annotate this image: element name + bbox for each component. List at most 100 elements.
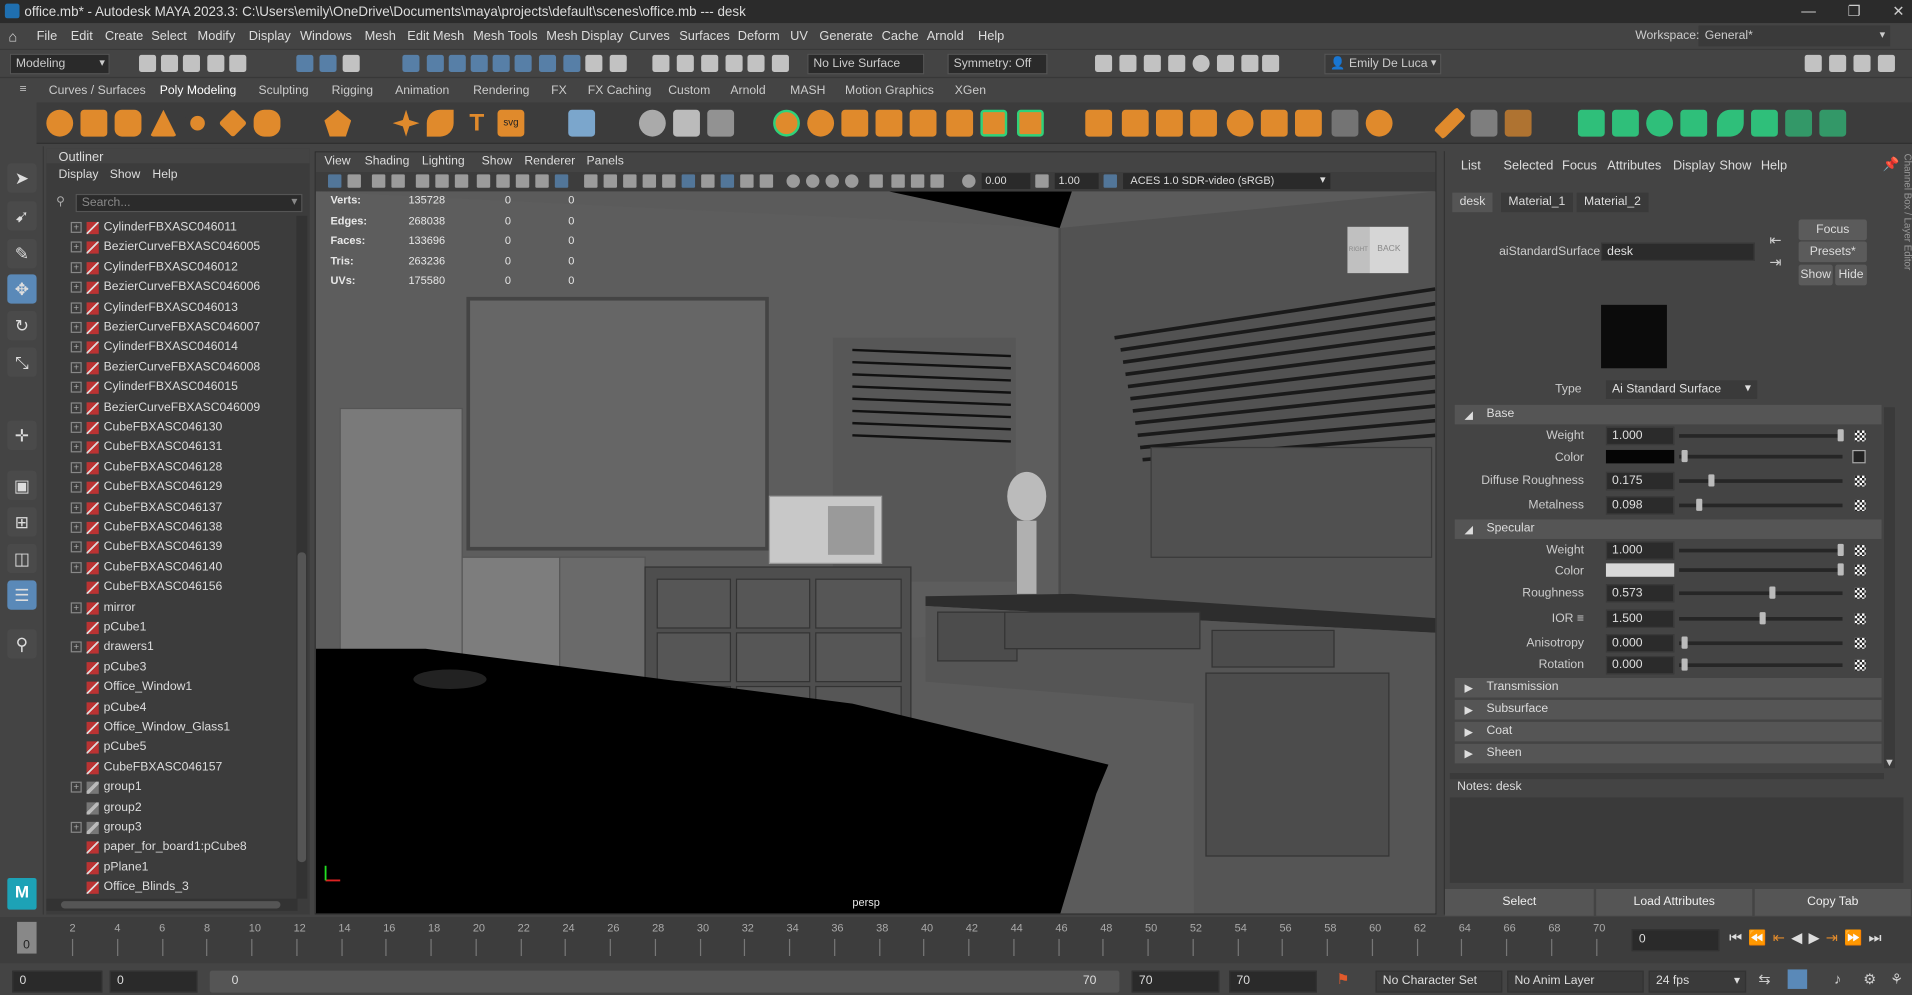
view-cube[interactable]: RIGHT BACK (1347, 226, 1409, 276)
outliner-item[interactable]: + CylinderFBXASC046015 (46, 378, 297, 398)
layout-icon[interactable] (1804, 54, 1822, 72)
textured-icon[interactable] (701, 174, 715, 188)
attr-hscrollbar[interactable] (1449, 773, 1884, 780)
go-to-start-icon[interactable]: ⏮ (1729, 929, 1748, 946)
spec-roughness-map-icon[interactable] (1854, 587, 1866, 599)
default-material-icon[interactable] (681, 174, 696, 188)
outliner-item[interactable]: CubeFBXASC046156 (46, 578, 297, 598)
menu-modify[interactable]: Modify (198, 29, 236, 44)
wedge-icon[interactable] (1260, 109, 1288, 137)
separate-icon[interactable] (673, 109, 700, 137)
redo-icon[interactable] (229, 54, 247, 72)
combine-icon[interactable] (638, 109, 666, 137)
xray-joints-icon[interactable] (891, 174, 905, 188)
magnet-icon[interactable] (771, 54, 789, 72)
menu-select[interactable]: Select (151, 29, 187, 44)
key-tangent-icon[interactable]: ⚘ (1890, 971, 1903, 988)
exposure-icon[interactable] (962, 174, 976, 188)
cube-icon[interactable] (80, 109, 108, 137)
bookmark-icon[interactable] (371, 174, 386, 188)
menu-windows[interactable]: Windows (300, 29, 352, 44)
svg-icon[interactable]: svg (497, 109, 525, 137)
shelf-tab-motion-graphics[interactable]: Motion Graphics (845, 84, 934, 97)
play-back-icon[interactable]: ◀ (1791, 929, 1808, 946)
expand-icon[interactable]: + (70, 481, 82, 493)
ior-field[interactable]: 1.500 (1605, 609, 1675, 628)
multicut-icon[interactable] (1433, 107, 1466, 140)
shader-name-field[interactable]: desk (1601, 242, 1755, 261)
two-view-icon[interactable]: ◫ (7, 543, 37, 574)
viewport-menu-show[interactable]: Show (482, 155, 513, 168)
paint-tool-icon[interactable]: ✎ (7, 239, 37, 269)
snap-curve-icon[interactable] (426, 54, 444, 72)
field-chart-icon[interactable] (535, 174, 549, 188)
expand-icon[interactable]: + (70, 821, 82, 833)
specular-section[interactable]: ◢ Specular (1454, 519, 1882, 539)
save-scene-icon[interactable] (182, 54, 200, 72)
outliner-item[interactable]: + CylinderFBXASC046014 (46, 338, 297, 358)
attr-menu-list[interactable]: List (1461, 159, 1481, 174)
loop-icon[interactable]: ⇆ (1758, 971, 1770, 988)
step-forward-icon[interactable]: ⏩ (1844, 929, 1868, 946)
torus-icon[interactable] (184, 109, 211, 137)
outliner-layout-icon[interactable]: ☰ (7, 580, 37, 610)
gamma-icon[interactable] (1035, 174, 1049, 188)
outliner-item[interactable]: pCube4 (46, 698, 297, 718)
expand-icon[interactable]: + (70, 321, 82, 333)
rotation-field[interactable]: 0.000 (1605, 656, 1675, 675)
soft-select-icon[interactable] (701, 54, 719, 72)
expand-icon[interactable]: + (70, 441, 82, 453)
expand-icon[interactable]: + (70, 601, 82, 613)
output-connection-icon[interactable]: ⇥ (1769, 254, 1781, 271)
uv-sew-icon[interactable] (1819, 109, 1847, 137)
isolate-icon[interactable] (869, 174, 883, 188)
auto-key-icon[interactable]: ⚑ (1336, 971, 1349, 988)
minimize-button[interactable]: — (1801, 2, 1816, 19)
shelf-tab-custom[interactable]: Custom (668, 84, 710, 97)
render-settings-icon[interactable] (1143, 54, 1161, 72)
gamma-field[interactable]: 1.00 (1054, 173, 1099, 190)
outliner-item[interactable]: + BezierCurveFBXASC046005 (46, 238, 297, 258)
shelf-tab-xgen[interactable]: XGen (955, 84, 986, 97)
resolution-gate-icon[interactable] (496, 174, 510, 188)
lasso-tool-icon[interactable]: ➹ (7, 201, 37, 231)
uv-planar-icon[interactable] (1612, 109, 1639, 137)
outliner-item[interactable]: + CubeFBXASC046129 (46, 478, 297, 498)
playback-controls[interactable]: ⏮⏪⇤◀▶⇥⏩⏭ (1729, 929, 1888, 947)
outliner-item[interactable]: Office_Window1 (46, 678, 297, 698)
outliner-item[interactable]: + CubeFBXASC046130 (46, 418, 297, 438)
base-weight-map-icon[interactable] (1854, 430, 1866, 442)
attr-tab-material-1[interactable]: Material_1 (1501, 192, 1573, 213)
attr-menu-display[interactable]: Display (1673, 159, 1715, 174)
shelf-tab-animation[interactable]: Animation (395, 84, 449, 97)
menu-generate[interactable]: Generate (819, 29, 872, 44)
spec-weight-field[interactable]: 1.000 (1605, 541, 1675, 560)
rotate-tool-icon[interactable]: ↻ (7, 310, 37, 341)
mode-dropdown[interactable]: Modeling ▾ (9, 53, 110, 75)
rotation-slider[interactable] (1679, 663, 1843, 668)
attr-menu-help[interactable]: Help (1761, 159, 1787, 174)
snap-surface-icon[interactable] (492, 54, 510, 72)
load-attributes-button[interactable]: Load Attributes (1596, 888, 1753, 916)
connect-icon[interactable] (1504, 109, 1532, 137)
expand-icon[interactable]: + (70, 261, 82, 273)
shelf-tab-fx-caching[interactable]: FX Caching (588, 84, 652, 97)
pin-icon[interactable]: 📌 (1883, 156, 1900, 172)
viewport-panel[interactable]: View Shading Lighting Show Renderer Panels (314, 151, 1437, 915)
history-icon[interactable] (609, 54, 627, 72)
attribute-editor-icon[interactable] (1877, 54, 1895, 72)
base-color-swatch[interactable] (1605, 449, 1675, 464)
safe-title-icon[interactable] (603, 174, 618, 188)
helix-icon[interactable] (426, 109, 454, 137)
key-back-icon[interactable]: ⇤ (1773, 929, 1791, 946)
uv-unfold-icon[interactable] (1577, 109, 1605, 137)
append-icon[interactable] (1190, 109, 1217, 137)
bridge-icon[interactable] (1121, 109, 1149, 137)
lock-icon[interactable] (585, 54, 603, 72)
expand-icon[interactable]: + (70, 341, 82, 353)
settings-icon[interactable] (1829, 54, 1847, 72)
menu-arnold[interactable]: Arnold (927, 29, 964, 44)
cylinder-icon[interactable] (114, 109, 142, 137)
outliner-item[interactable]: + drawers1 (46, 638, 297, 658)
arnold-render-icon[interactable] (1216, 54, 1235, 72)
